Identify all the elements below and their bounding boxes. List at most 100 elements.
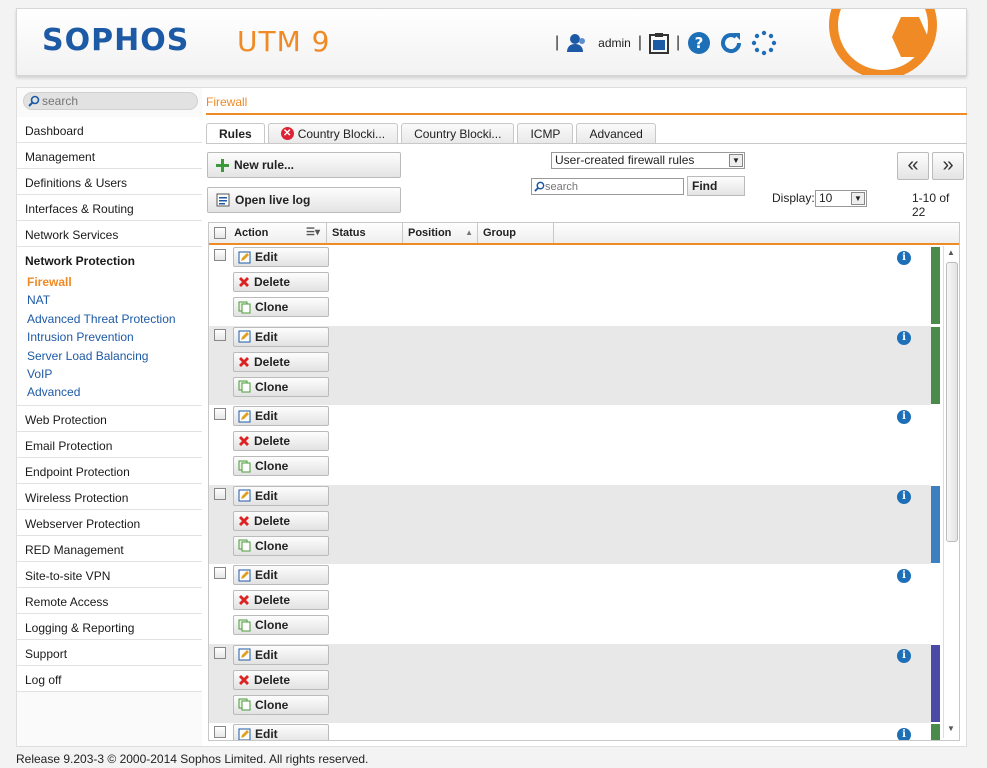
sort-asc-icon: ▲ [465, 228, 473, 237]
column-header-status[interactable]: Status [327, 223, 403, 243]
column-header-action[interactable]: Action ☰▾ [209, 223, 327, 243]
clone-button[interactable]: Clone [233, 456, 329, 476]
delete-button[interactable]: Delete [233, 351, 329, 372]
sidebar-item-network-protection[interactable]: Network Protection [17, 247, 202, 273]
column-header-group[interactable]: Group [478, 223, 554, 243]
info-icon[interactable]: i [897, 410, 911, 424]
row-checkbox[interactable] [214, 249, 226, 261]
separator: | [637, 34, 642, 51]
delete-button[interactable]: Delete [233, 590, 329, 610]
delete-button[interactable]: Delete [233, 510, 329, 531]
clone-button[interactable]: Clone [233, 694, 329, 715]
edit-icon [238, 728, 251, 740]
user-icon[interactable] [566, 33, 588, 53]
sidebar-search-input[interactable] [42, 94, 182, 108]
edit-icon [238, 489, 251, 502]
column-header-position[interactable]: Position ▲ [403, 223, 478, 243]
edit-button[interactable]: Edit [233, 247, 329, 267]
rule-filter-select[interactable]: User-created firewall rules ▼ [551, 152, 745, 169]
delete-label: Delete [254, 672, 291, 687]
sidebar-item-log-off[interactable]: Log off [17, 665, 202, 692]
delete-icon [238, 594, 250, 606]
info-icon[interactable]: i [897, 251, 911, 265]
row-checkbox[interactable] [214, 328, 226, 341]
tab-rules[interactable]: Rules [206, 123, 265, 143]
table-row: EditDeleteClonei [209, 723, 940, 740]
sidebar-item-logging-reporting[interactable]: Logging & Reporting [17, 613, 202, 640]
clone-button[interactable]: Clone [233, 297, 329, 317]
tab-country-blocking[interactable]: ✕ Country Blocki... [267, 123, 399, 143]
edit-button[interactable]: Edit [233, 326, 329, 347]
row-checkbox[interactable] [214, 726, 226, 738]
sidebar-item-endpoint-protection[interactable]: Endpoint Protection [17, 457, 202, 484]
sidebar-subitem-advanced[interactable]: Advanced [17, 383, 202, 401]
info-icon[interactable]: i [897, 489, 911, 504]
clone-button[interactable]: Clone [233, 376, 329, 397]
select-all-checkbox[interactable] [214, 227, 226, 240]
sidebar-item-definitions-users[interactable]: Definitions & Users [17, 169, 202, 195]
help-icon[interactable]: ? [687, 31, 711, 55]
delete-button[interactable]: Delete [233, 272, 329, 292]
tab-icmp[interactable]: ICMP [517, 123, 574, 143]
edit-button[interactable]: Edit [233, 406, 329, 426]
edit-button[interactable]: Edit [233, 644, 329, 665]
row-checkbox[interactable] [214, 408, 226, 420]
row-checkbox[interactable] [214, 567, 226, 579]
open-live-log-button[interactable]: Open live log [207, 187, 401, 213]
rule-search-input[interactable] [545, 180, 675, 193]
sidebar-item-email-protection[interactable]: Email Protection [17, 431, 202, 458]
sidebar-subitem-voip[interactable]: VoIP [17, 365, 202, 383]
info-icon[interactable]: i [897, 330, 911, 345]
sidebar-item-dashboard[interactable]: Dashboard [17, 117, 202, 143]
table-scrollbar[interactable]: ▲ ▼ [943, 246, 959, 738]
clone-button[interactable]: Clone [233, 615, 329, 635]
column-menu-icon[interactable]: ☰▾ [306, 223, 320, 243]
sidebar-item-wireless-protection[interactable]: Wireless Protection [17, 483, 202, 510]
delete-button[interactable]: Delete [233, 669, 329, 690]
sidebar-item-webserver-protection[interactable]: Webserver Protection [17, 509, 202, 536]
prev-page-button[interactable]: « [897, 152, 929, 180]
sidebar-item-remote-access[interactable]: Remote Access [17, 587, 202, 614]
sidebar-subitem-firewall[interactable]: Firewall [17, 273, 202, 291]
new-rule-button[interactable]: New rule... [207, 152, 401, 178]
sidebar-item-network-services[interactable]: Network Services [17, 221, 202, 247]
clone-button[interactable]: Clone [233, 535, 329, 556]
find-button[interactable]: Find [687, 176, 745, 196]
sidebar-item-interfaces-routing[interactable]: Interfaces & Routing [17, 195, 202, 221]
user-name[interactable]: admin [598, 36, 631, 50]
edit-button[interactable]: Edit [233, 565, 329, 585]
sidebar-item-support[interactable]: Support [17, 639, 202, 666]
row-checkbox[interactable] [214, 646, 226, 659]
sidebar-subitem-server-load-balancing[interactable]: Server Load Balancing [17, 347, 202, 365]
sidebar-item-site-to-site-vpn[interactable]: Site-to-site VPN [17, 561, 202, 588]
sidebar-item-management[interactable]: Management [17, 143, 202, 169]
sidebar-subitem-intrusion-prevention[interactable]: Intrusion Prevention [17, 328, 202, 346]
sidebar-item-red-management[interactable]: RED Management [17, 535, 202, 562]
edit-button[interactable]: Edit [233, 485, 329, 506]
edit-button[interactable]: Edit [233, 724, 329, 740]
edit-icon [238, 251, 251, 264]
scroll-up-icon[interactable]: ▲ [947, 248, 955, 257]
table-row: Edit Delete Clone i [209, 246, 940, 326]
clipboard-icon[interactable] [649, 32, 669, 54]
tab-advanced[interactable]: Advanced [576, 123, 656, 143]
next-page-button[interactable]: » [932, 152, 964, 180]
scrollbar-thumb[interactable] [946, 262, 958, 542]
info-icon[interactable]: i [897, 728, 911, 740]
clone-icon [238, 619, 251, 632]
sidebar-subitem-advanced-threat-protection[interactable]: Advanced Threat Protection [17, 310, 202, 328]
sidebar-item-web-protection[interactable]: Web Protection [17, 405, 202, 432]
activity-icon[interactable] [751, 30, 777, 56]
info-icon[interactable]: i [897, 569, 911, 583]
display-count-select[interactable]: 10 ▼ [815, 190, 867, 207]
sidebar-subitem-nat[interactable]: NAT [17, 291, 202, 309]
refresh-icon[interactable] [718, 30, 744, 56]
tab-country-blocking-exceptions[interactable]: Country Blocki... [401, 123, 515, 143]
table-header: Action ☰▾ Status Position ▲ Group [209, 223, 959, 245]
delete-button[interactable]: Delete [233, 431, 329, 451]
scroll-down-icon[interactable]: ▼ [947, 724, 955, 733]
row-checkbox[interactable] [214, 487, 226, 500]
info-icon[interactable]: i [897, 648, 911, 663]
edit-icon [238, 648, 251, 661]
table-row: Edit Delete Clone i [209, 564, 931, 644]
